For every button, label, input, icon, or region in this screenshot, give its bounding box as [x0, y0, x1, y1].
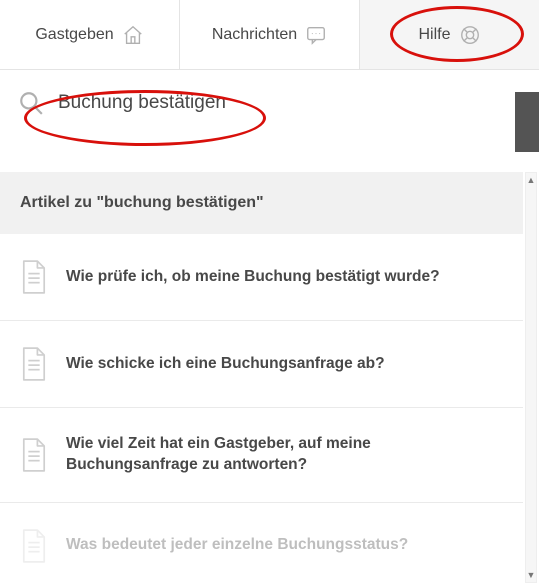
search-query-text: Buchung bestätigen — [58, 92, 226, 114]
scrollbar[interactable]: ▲ ▼ — [525, 172, 537, 583]
nav-label-host: Gastgeben — [35, 26, 113, 44]
article-item[interactable]: Wie prüfe ich, ob meine Buchung bestätig… — [0, 234, 523, 321]
article-item[interactable]: Wie viel Zeit hat ein Gastgeber, auf mei… — [0, 408, 523, 503]
lifesaver-icon — [459, 24, 481, 46]
results-panel: Artikel zu "buchung bestätigen" Wie prüf… — [0, 172, 523, 585]
article-item[interactable]: Wie schicke ich eine Buchungsanfrage ab? — [0, 321, 523, 408]
nav-tab-messages[interactable]: Nachrichten — [179, 0, 359, 69]
article-title: Wie prüfe ich, ob meine Buchung bestätig… — [66, 267, 440, 288]
document-icon — [20, 347, 48, 381]
search-row[interactable]: Buchung bestätigen — [0, 70, 539, 144]
document-icon — [20, 529, 48, 563]
nav-tab-help[interactable]: Hilfe — [359, 0, 539, 69]
nav-label-help: Hilfe — [418, 26, 450, 44]
home-icon — [122, 24, 144, 46]
article-title: Wie schicke ich eine Buchungsanfrage ab? — [66, 354, 385, 375]
nav-tab-host[interactable]: Gastgeben — [0, 0, 179, 69]
chat-icon — [305, 24, 327, 46]
cropped-side-panel — [515, 92, 539, 152]
search-icon — [18, 90, 44, 116]
document-icon — [20, 260, 48, 294]
scroll-up-arrow[interactable]: ▲ — [526, 173, 536, 187]
results-header: Artikel zu "buchung bestätigen" — [0, 172, 523, 234]
nav-label-messages: Nachrichten — [212, 26, 297, 44]
article-title: Was bedeutet jeder einzelne Buchungsstat… — [66, 535, 408, 556]
document-icon — [20, 438, 48, 472]
article-title: Wie viel Zeit hat ein Gastgeber, auf mei… — [66, 434, 503, 476]
scroll-down-arrow[interactable]: ▼ — [526, 568, 536, 582]
article-item[interactable]: Was bedeutet jeder einzelne Buchungsstat… — [0, 503, 523, 585]
